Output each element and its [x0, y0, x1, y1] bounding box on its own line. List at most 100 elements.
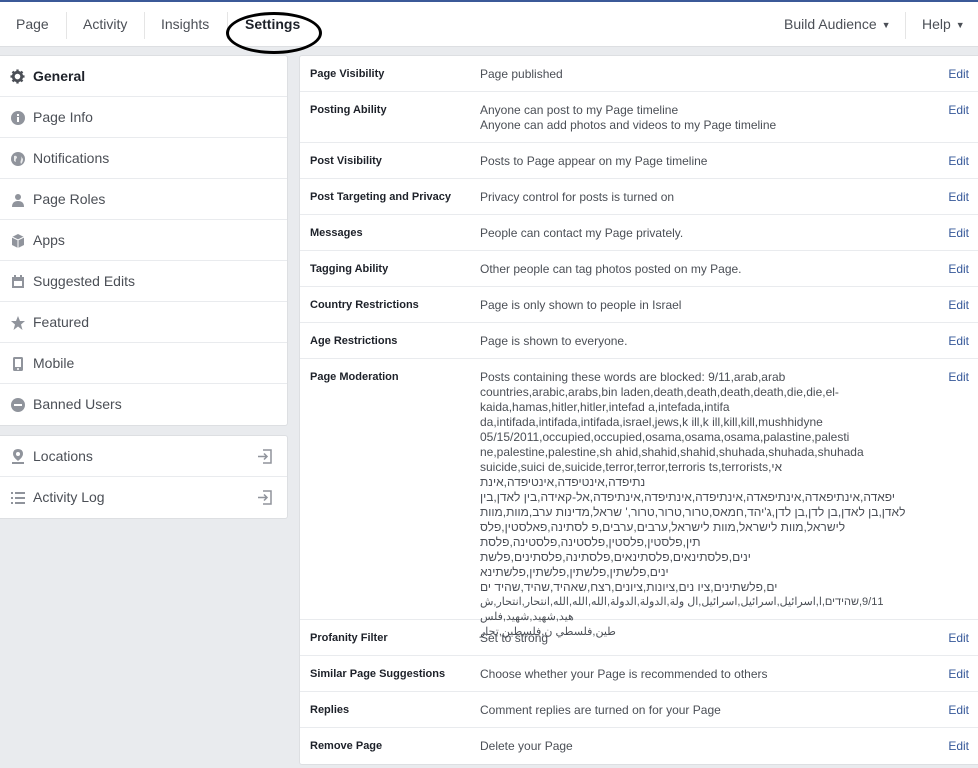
edit-link[interactable]: Edit — [948, 631, 969, 645]
build-audience-label: Build Audience — [784, 16, 877, 32]
edit-link[interactable]: Edit — [948, 334, 969, 348]
setting-title: Page Moderation — [310, 371, 399, 383]
build-audience-menu[interactable]: Build Audience ▼ — [768, 2, 907, 47]
edit-link[interactable]: Edit — [948, 739, 969, 753]
setting-title: Post Targeting and Privacy — [310, 191, 452, 203]
setting-title: Profanity Filter — [310, 632, 388, 644]
setting-row-replies: Replies Comment replies are turned on fo… — [300, 692, 978, 728]
edit-link[interactable]: Edit — [948, 103, 969, 117]
edit-link[interactable]: Edit — [948, 154, 969, 168]
help-menu[interactable]: Help ▼ — [906, 2, 978, 47]
setting-value: People can contact my Page privately. — [480, 226, 930, 241]
sidebar-item-label: Apps — [33, 232, 65, 248]
sidebar-item-label: Activity Log — [33, 489, 105, 505]
edit-link[interactable]: Edit — [948, 226, 969, 240]
setting-row-similar-page-suggestions: Similar Page Suggestions Choose whether … — [300, 656, 978, 692]
setting-value-line: Set to strong — [480, 631, 549, 645]
edit-link[interactable]: Edit — [948, 703, 969, 717]
sidebar-item-mobile[interactable]: Mobile — [0, 343, 287, 384]
sidebar-item-featured[interactable]: Featured — [0, 302, 287, 343]
setting-title: Page Visibility — [310, 68, 385, 80]
setting-value-line: Other people can tag photos posted on my… — [480, 262, 742, 276]
star-icon — [10, 315, 25, 330]
setting-title: Age Restrictions — [310, 335, 398, 347]
sidebar-item-page-info[interactable]: Page Info — [0, 97, 287, 138]
setting-value-line: ים,פלשתינים,ציו נים,ציונות,ציונים,רצח,שא… — [480, 580, 778, 594]
setting-value-line: Comment replies are turned on for your P… — [480, 703, 721, 717]
sidebar-item-page-roles[interactable]: Page Roles — [0, 179, 287, 220]
person-icon — [10, 192, 25, 207]
setting-value-line: לישראל,מוות לישראל,מוות לישראל,ערבים,ערב… — [480, 520, 846, 534]
tab-activity[interactable]: Activity — [67, 2, 143, 47]
tab-divider — [227, 12, 228, 39]
setting-value-line: kaida,hamas,hitler,hitler,intefad a,inte… — [480, 400, 730, 414]
setting-value-line: suicide,suici de,suicide,terror,terror,t… — [480, 460, 783, 474]
setting-title: Messages — [310, 227, 363, 239]
setting-value-line: Anyone can add photos and videos to my P… — [480, 118, 777, 132]
external-link-icon — [257, 490, 272, 505]
setting-value: Delete your Page — [480, 739, 930, 754]
setting-value: Page published — [480, 67, 930, 82]
setting-value: Set to strong — [480, 631, 930, 646]
setting-value-line: Privacy control for posts is turned on — [480, 190, 675, 204]
info-icon — [10, 110, 25, 125]
setting-value: Page is only shown to people in Israel — [480, 298, 930, 313]
setting-value-line: Posts containing these words are blocked… — [480, 370, 786, 384]
edit-link[interactable]: Edit — [948, 298, 969, 312]
setting-value-line: Anyone can post to my Page timeline — [480, 103, 679, 117]
setting-value-line: Page is shown to everyone. — [480, 334, 628, 348]
gear-icon — [10, 69, 25, 84]
edit-link[interactable]: Edit — [948, 370, 969, 384]
setting-value-line: לאדן,בן לאדן,בן לדן,בן לדן,ג'יהד,חמאס,טר… — [480, 505, 906, 519]
setting-title: Posting Ability — [310, 104, 387, 116]
setting-row-tagging-ability: Tagging Ability Other people can tag pho… — [300, 251, 978, 287]
sidebar-item-apps[interactable]: Apps — [0, 220, 287, 261]
setting-row-page-moderation: Page Moderation Posts containing these w… — [300, 359, 978, 638]
setting-value: Anyone can post to my Page timeline Anyo… — [480, 103, 930, 133]
sidebar-item-banned-users[interactable]: Banned Users — [0, 384, 287, 425]
setting-value-line: Page published — [480, 67, 563, 81]
caret-down-icon: ▼ — [881, 20, 891, 30]
setting-value-line: נתיפדה,אינטיפדה,אינטיפדה,אינת — [480, 475, 646, 489]
setting-title: Post Visibility — [310, 155, 382, 167]
setting-value: Choose whether your Page is recommended … — [480, 667, 930, 682]
edit-link[interactable]: Edit — [948, 67, 969, 81]
general-settings-panel: Page Visibility Page published Edit Post… — [299, 55, 978, 765]
setting-value: Comment replies are turned on for your P… — [480, 703, 930, 718]
setting-title: Replies — [310, 704, 350, 716]
external-link-icon — [257, 449, 272, 464]
page-top-bar: Page Activity Insights Settings Build Au… — [0, 0, 978, 47]
tab-page[interactable]: Page — [0, 2, 65, 47]
setting-title: Similar Page Suggestions — [310, 668, 446, 680]
sidebar-item-label: Notifications — [33, 150, 110, 166]
tab-settings[interactable]: Settings — [229, 2, 316, 47]
setting-value-line: ינים,פלסתינאים,פלסתינאים,פלסתינה,פלסתיני… — [480, 550, 751, 579]
pin-icon — [10, 449, 25, 464]
setting-value-line: 05/15/2011,occupied,occupied,osama,osama… — [480, 430, 850, 444]
sidebar-item-label: Banned Users — [33, 396, 122, 412]
setting-row-remove-page: Remove Page Delete your Page Edit — [300, 728, 978, 764]
edit-link[interactable]: Edit — [948, 262, 969, 276]
sidebar-item-label: Page Info — [33, 109, 93, 125]
sidebar-item-label: General — [33, 68, 86, 84]
edit-link[interactable]: Edit — [948, 190, 969, 204]
sidebar-item-activity-log[interactable]: Activity Log — [0, 477, 287, 518]
setting-row-messages: Messages People can contact my Page priv… — [300, 215, 978, 251]
globe-icon — [10, 151, 25, 166]
edit-link[interactable]: Edit — [948, 667, 969, 681]
setting-row-post-targeting: Post Targeting and Privacy Privacy contr… — [300, 179, 978, 215]
sidebar-item-label: Suggested Edits — [33, 273, 135, 289]
setting-value-line: Delete your Page — [480, 739, 573, 753]
sidebar-item-locations[interactable]: Locations — [0, 436, 287, 477]
sidebar-item-suggested-edits[interactable]: Suggested Edits — [0, 261, 287, 302]
tab-insights[interactable]: Insights — [145, 2, 225, 47]
sidebar-item-notifications[interactable]: Notifications — [0, 138, 287, 179]
setting-value-line: יפאדה,אינתיפאדה,אינתיפאדה,אינתיפדה,אינתי… — [480, 490, 896, 504]
help-label: Help — [922, 16, 951, 32]
setting-value: Page is shown to everyone. — [480, 334, 930, 349]
setting-value-line: Choose whether your Page is recommended … — [480, 667, 768, 681]
setting-value-line: תין,פלסטין,פלסטין,פלסטינה,פלסטינה,פלסת — [480, 535, 701, 549]
sidebar-item-general[interactable]: General — [0, 56, 287, 97]
setting-value-line: da,intifada,intifada,intifada,israel,jew… — [480, 415, 823, 429]
caret-down-icon: ▼ — [955, 20, 965, 30]
